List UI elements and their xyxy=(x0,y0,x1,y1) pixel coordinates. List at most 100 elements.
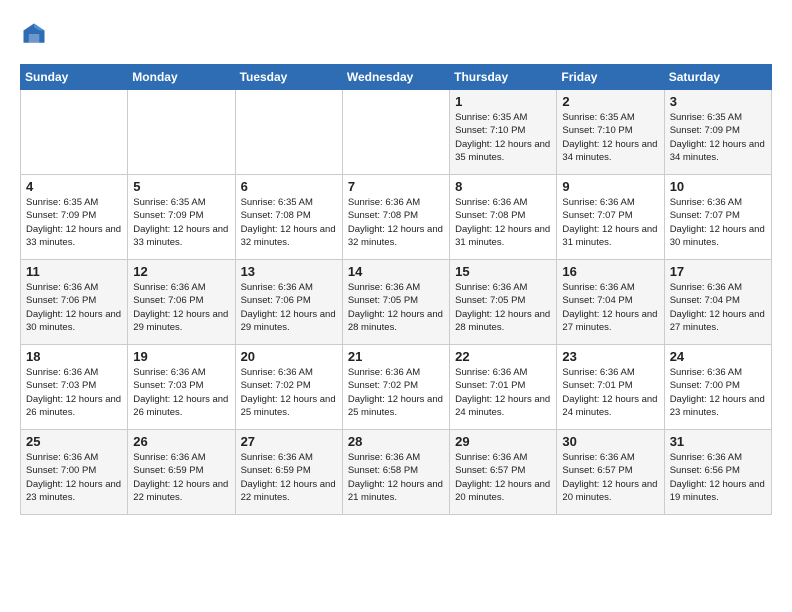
day-info: Sunrise: 6:36 AM Sunset: 7:02 PM Dayligh… xyxy=(348,366,444,419)
day-info: Sunrise: 6:35 AM Sunset: 7:10 PM Dayligh… xyxy=(455,111,551,164)
day-info: Sunrise: 6:36 AM Sunset: 7:04 PM Dayligh… xyxy=(562,281,658,334)
day-number: 25 xyxy=(26,434,122,449)
week-row-1: 1 Sunrise: 6:35 AM Sunset: 7:10 PM Daylig… xyxy=(21,90,772,175)
day-cell: 2 Sunrise: 6:35 AM Sunset: 7:10 PM Daylig… xyxy=(557,90,664,175)
day-cell: 6 Sunrise: 6:35 AM Sunset: 7:08 PM Daylig… xyxy=(235,175,342,260)
day-cell: 12 Sunrise: 6:36 AM Sunset: 7:06 PM Dayli… xyxy=(128,260,235,345)
day-info: Sunrise: 6:35 AM Sunset: 7:08 PM Dayligh… xyxy=(241,196,337,249)
logo-icon xyxy=(20,20,48,48)
day-info: Sunrise: 6:36 AM Sunset: 7:06 PM Dayligh… xyxy=(241,281,337,334)
day-number: 18 xyxy=(26,349,122,364)
day-cell: 19 Sunrise: 6:36 AM Sunset: 7:03 PM Dayli… xyxy=(128,345,235,430)
day-number: 20 xyxy=(241,349,337,364)
day-info: Sunrise: 6:36 AM Sunset: 7:06 PM Dayligh… xyxy=(133,281,229,334)
day-header-sunday: Sunday xyxy=(21,65,128,90)
day-info: Sunrise: 6:36 AM Sunset: 7:08 PM Dayligh… xyxy=(348,196,444,249)
day-number: 22 xyxy=(455,349,551,364)
day-info: Sunrise: 6:35 AM Sunset: 7:09 PM Dayligh… xyxy=(670,111,766,164)
day-cell: 27Sunrise: 6:36 AM Sunset: 6:59 PM Dayli… xyxy=(235,430,342,515)
day-info: Sunrise: 6:35 AM Sunset: 7:09 PM Dayligh… xyxy=(26,196,122,249)
day-number: 19 xyxy=(133,349,229,364)
week-row-2: 4 Sunrise: 6:35 AM Sunset: 7:09 PM Daylig… xyxy=(21,175,772,260)
days-header-row: SundayMondayTuesdayWednesdayThursdayFrid… xyxy=(21,65,772,90)
day-info: Sunrise: 6:36 AM Sunset: 7:00 PM Dayligh… xyxy=(670,366,766,419)
day-number: 16 xyxy=(562,264,658,279)
day-info: Sunrise: 6:36 AM Sunset: 6:59 PM Dayligh… xyxy=(133,451,229,504)
day-cell xyxy=(235,90,342,175)
calendar-table: SundayMondayTuesdayWednesdayThursdayFrid… xyxy=(20,64,772,515)
day-info: Sunrise: 6:36 AM Sunset: 7:08 PM Dayligh… xyxy=(455,196,551,249)
day-number: 31 xyxy=(670,434,766,449)
day-number: 26 xyxy=(133,434,229,449)
day-header-tuesday: Tuesday xyxy=(235,65,342,90)
day-number: 11 xyxy=(26,264,122,279)
day-cell: 4 Sunrise: 6:35 AM Sunset: 7:09 PM Daylig… xyxy=(21,175,128,260)
day-info: Sunrise: 6:36 AM Sunset: 7:06 PM Dayligh… xyxy=(26,281,122,334)
day-cell: 3 Sunrise: 6:35 AM Sunset: 7:09 PM Daylig… xyxy=(664,90,771,175)
day-number: 17 xyxy=(670,264,766,279)
day-number: 5 xyxy=(133,179,229,194)
day-number: 2 xyxy=(562,94,658,109)
day-cell: 25 Sunrise: 6:36 AM Sunset: 7:00 PM Dayli… xyxy=(21,430,128,515)
day-info: Sunrise: 6:36 AM Sunset: 7:01 PM Dayligh… xyxy=(562,366,658,419)
day-cell: 1 Sunrise: 6:35 AM Sunset: 7:10 PM Daylig… xyxy=(450,90,557,175)
day-cell xyxy=(128,90,235,175)
day-cell: 24Sunrise: 6:36 AM Sunset: 7:00 PM Dayli… xyxy=(664,345,771,430)
day-header-saturday: Saturday xyxy=(664,65,771,90)
day-number: 1 xyxy=(455,94,551,109)
day-cell: 5Sunrise: 6:35 AM Sunset: 7:09 PM Daylig… xyxy=(128,175,235,260)
day-cell: 20 Sunrise: 6:36 AM Sunset: 7:02 PM Dayli… xyxy=(235,345,342,430)
day-cell: 16 Sunrise: 6:36 AM Sunset: 7:04 PM Dayli… xyxy=(557,260,664,345)
day-cell: 18Sunrise: 6:36 AM Sunset: 7:03 PM Dayli… xyxy=(21,345,128,430)
day-header-monday: Monday xyxy=(128,65,235,90)
day-info: Sunrise: 6:36 AM Sunset: 7:00 PM Dayligh… xyxy=(26,451,122,504)
week-row-5: 25 Sunrise: 6:36 AM Sunset: 7:00 PM Dayli… xyxy=(21,430,772,515)
day-cell xyxy=(21,90,128,175)
day-number: 4 xyxy=(26,179,122,194)
day-cell: 10 Sunrise: 6:36 AM Sunset: 7:07 PM Dayli… xyxy=(664,175,771,260)
day-info: Sunrise: 6:36 AM Sunset: 7:01 PM Dayligh… xyxy=(455,366,551,419)
day-number: 12 xyxy=(133,264,229,279)
day-number: 8 xyxy=(455,179,551,194)
day-number: 27 xyxy=(241,434,337,449)
day-cell: 13 Sunrise: 6:36 AM Sunset: 7:06 PM Dayli… xyxy=(235,260,342,345)
day-cell xyxy=(342,90,449,175)
day-number: 21 xyxy=(348,349,444,364)
day-cell: 11 Sunrise: 6:36 AM Sunset: 7:06 PM Dayli… xyxy=(21,260,128,345)
day-header-wednesday: Wednesday xyxy=(342,65,449,90)
day-info: Sunrise: 6:36 AM Sunset: 7:07 PM Dayligh… xyxy=(670,196,766,249)
day-info: Sunrise: 6:36 AM Sunset: 6:58 PM Dayligh… xyxy=(348,451,444,504)
day-number: 3 xyxy=(670,94,766,109)
day-cell: 15Sunrise: 6:36 AM Sunset: 7:05 PM Dayli… xyxy=(450,260,557,345)
day-cell: 30Sunrise: 6:36 AM Sunset: 6:57 PM Dayli… xyxy=(557,430,664,515)
day-number: 10 xyxy=(670,179,766,194)
day-number: 9 xyxy=(562,179,658,194)
day-cell: 9 Sunrise: 6:36 AM Sunset: 7:07 PM Daylig… xyxy=(557,175,664,260)
day-info: Sunrise: 6:36 AM Sunset: 7:03 PM Dayligh… xyxy=(133,366,229,419)
day-info: Sunrise: 6:36 AM Sunset: 6:57 PM Dayligh… xyxy=(455,451,551,504)
day-info: Sunrise: 6:36 AM Sunset: 7:05 PM Dayligh… xyxy=(348,281,444,334)
day-number: 23 xyxy=(562,349,658,364)
day-cell: 29 Sunrise: 6:36 AM Sunset: 6:57 PM Dayli… xyxy=(450,430,557,515)
day-number: 28 xyxy=(348,434,444,449)
day-cell: 26 Sunrise: 6:36 AM Sunset: 6:59 PM Dayli… xyxy=(128,430,235,515)
day-info: Sunrise: 6:35 AM Sunset: 7:10 PM Dayligh… xyxy=(562,111,658,164)
day-info: Sunrise: 6:36 AM Sunset: 6:56 PM Dayligh… xyxy=(670,451,766,504)
day-number: 29 xyxy=(455,434,551,449)
day-cell: 23 Sunrise: 6:36 AM Sunset: 7:01 PM Dayli… xyxy=(557,345,664,430)
day-number: 7 xyxy=(348,179,444,194)
day-cell: 31 Sunrise: 6:36 AM Sunset: 6:56 PM Dayli… xyxy=(664,430,771,515)
day-info: Sunrise: 6:36 AM Sunset: 7:05 PM Dayligh… xyxy=(455,281,551,334)
day-cell: 14 Sunrise: 6:36 AM Sunset: 7:05 PM Dayli… xyxy=(342,260,449,345)
day-header-friday: Friday xyxy=(557,65,664,90)
day-number: 6 xyxy=(241,179,337,194)
day-cell: 21 Sunrise: 6:36 AM Sunset: 7:02 PM Dayli… xyxy=(342,345,449,430)
day-cell: 7 Sunrise: 6:36 AM Sunset: 7:08 PM Daylig… xyxy=(342,175,449,260)
day-cell: 17Sunrise: 6:36 AM Sunset: 7:04 PM Dayli… xyxy=(664,260,771,345)
page-header xyxy=(20,20,772,48)
day-number: 13 xyxy=(241,264,337,279)
day-number: 14 xyxy=(348,264,444,279)
day-cell: 22 Sunrise: 6:36 AM Sunset: 7:01 PM Dayli… xyxy=(450,345,557,430)
day-info: Sunrise: 6:36 AM Sunset: 7:02 PM Dayligh… xyxy=(241,366,337,419)
day-info: Sunrise: 6:36 AM Sunset: 7:07 PM Dayligh… xyxy=(562,196,658,249)
